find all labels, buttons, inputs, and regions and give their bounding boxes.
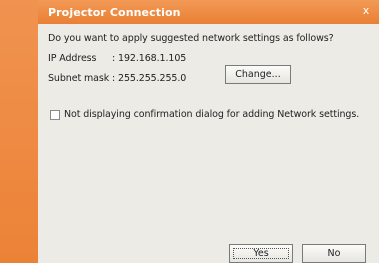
no-button[interactable]: No	[302, 244, 366, 263]
ip-address-value: : 192.168.1.105	[112, 53, 187, 64]
confirmation-question: Do you want to apply suggested network s…	[48, 33, 334, 44]
ip-address-label: IP Address	[48, 53, 97, 64]
subnet-mask-label: Subnet mask	[48, 73, 110, 84]
change-button[interactable]: Change...	[225, 65, 291, 84]
projector-connection-dialog: Projector Connection x Do you want to ap…	[0, 0, 379, 263]
close-icon[interactable]: x	[360, 5, 372, 17]
yes-button[interactable]: Yes	[229, 244, 293, 263]
subnet-mask-value: : 255.255.255.0	[112, 73, 187, 84]
dialog-title: Projector Connection	[48, 6, 181, 19]
skip-confirmation-label: Not displaying confirmation dialog for a…	[64, 109, 360, 120]
skip-confirmation-checkbox[interactable]	[50, 110, 60, 120]
dialog-side-rim	[0, 0, 38, 263]
